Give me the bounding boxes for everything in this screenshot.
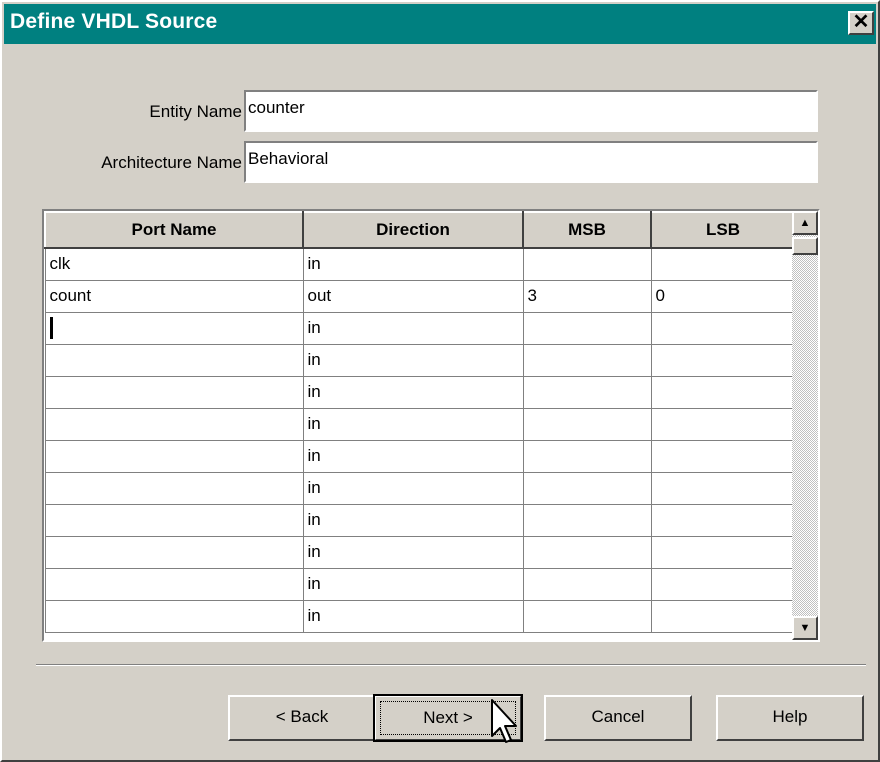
lsb-cell[interactable]: 0: [650, 279, 796, 313]
msb-cell[interactable]: [522, 503, 652, 537]
table-row[interactable]: in: [44, 535, 796, 569]
lsb-cell[interactable]: [650, 599, 796, 633]
port-grid: Port Name Direction MSB LSB clk in count out 3 0…: [44, 211, 796, 633]
port-name-cell[interactable]: [44, 503, 304, 537]
msb-cell[interactable]: [522, 535, 652, 569]
dialog-title: Define VHDL Source: [10, 10, 218, 33]
direction-cell[interactable]: in: [302, 535, 524, 569]
direction-cell[interactable]: in: [302, 567, 524, 601]
architecture-name-field[interactable]: Behavioral: [244, 141, 818, 183]
port-name-cell[interactable]: [44, 535, 304, 569]
table-row[interactable]: in: [44, 311, 796, 345]
table-row[interactable]: in: [44, 599, 796, 633]
table-row[interactable]: in: [44, 567, 796, 601]
msb-cell[interactable]: [522, 311, 652, 345]
port-name-cell[interactable]: [44, 599, 304, 633]
close-icon: ✕: [852, 11, 870, 33]
column-header-direction[interactable]: Direction: [302, 211, 524, 249]
entity-name-field[interactable]: counter: [244, 90, 818, 132]
port-name-cell[interactable]: [44, 343, 304, 377]
scroll-up-button[interactable]: ▲: [792, 211, 818, 235]
lsb-cell[interactable]: [650, 535, 796, 569]
direction-cell[interactable]: in: [302, 343, 524, 377]
separator: [36, 664, 866, 666]
column-header-lsb[interactable]: LSB: [650, 211, 796, 249]
table-row[interactable]: in: [44, 407, 796, 441]
msb-cell[interactable]: [522, 471, 652, 505]
architecture-name-label: Architecture Name: [101, 153, 242, 172]
msb-cell[interactable]: [522, 567, 652, 601]
table-row[interactable]: clk in: [44, 247, 796, 281]
scroll-up-arrow-icon: ▲: [799, 217, 811, 229]
table-row[interactable]: in: [44, 503, 796, 537]
port-name-cell[interactable]: clk: [44, 247, 304, 281]
port-table-header: Port Name Direction MSB LSB: [44, 211, 796, 249]
lsb-cell[interactable]: [650, 567, 796, 601]
help-button[interactable]: Help: [716, 695, 864, 741]
vertical-scrollbar[interactable]: ▲ ▼: [792, 211, 818, 640]
port-name-cell[interactable]: [44, 375, 304, 409]
port-name-cell[interactable]: count: [44, 279, 304, 313]
direction-cell[interactable]: in: [302, 439, 524, 473]
msb-cell[interactable]: [522, 407, 652, 441]
column-header-msb[interactable]: MSB: [522, 211, 652, 249]
port-name-cell[interactable]: [44, 311, 304, 345]
msb-cell[interactable]: 3: [522, 279, 652, 313]
msb-cell[interactable]: [522, 247, 652, 281]
lsb-cell[interactable]: [650, 439, 796, 473]
close-button[interactable]: ✕: [848, 11, 874, 35]
table-row[interactable]: in: [44, 471, 796, 505]
column-header-port-name[interactable]: Port Name: [44, 211, 304, 249]
port-name-cell[interactable]: [44, 407, 304, 441]
scroll-down-arrow-icon: ▼: [799, 622, 811, 634]
text-caret: [49, 317, 53, 339]
direction-cell[interactable]: out: [302, 279, 524, 313]
direction-cell[interactable]: in: [302, 599, 524, 633]
cancel-button[interactable]: Cancel: [544, 695, 692, 741]
lsb-cell[interactable]: [650, 503, 796, 537]
lsb-cell[interactable]: [650, 407, 796, 441]
msb-cell[interactable]: [522, 375, 652, 409]
scroll-down-button[interactable]: ▼: [792, 616, 818, 640]
table-row[interactable]: count out 3 0: [44, 279, 796, 313]
back-button[interactable]: < Back: [228, 695, 376, 741]
port-name-cell[interactable]: [44, 567, 304, 601]
lsb-cell[interactable]: [650, 311, 796, 345]
scroll-thumb[interactable]: [792, 237, 818, 255]
direction-cell[interactable]: in: [302, 471, 524, 505]
mouse-pointer-icon: [491, 699, 517, 743]
direction-cell[interactable]: in: [302, 247, 524, 281]
lsb-cell[interactable]: [650, 343, 796, 377]
title-bar[interactable]: Define VHDL Source ✕: [4, 4, 876, 44]
direction-cell[interactable]: in: [302, 311, 524, 345]
lsb-cell[interactable]: [650, 247, 796, 281]
entity-name-label: Entity Name: [149, 102, 242, 121]
define-vhdl-source-dialog: Define VHDL Source ✕ Entity Name counter…: [0, 0, 880, 762]
msb-cell[interactable]: [522, 599, 652, 633]
direction-cell[interactable]: in: [302, 503, 524, 537]
msb-cell[interactable]: [522, 343, 652, 377]
msb-cell[interactable]: [522, 439, 652, 473]
table-row[interactable]: in: [44, 343, 796, 377]
port-table: Port Name Direction MSB LSB clk in count out 3 0…: [42, 209, 820, 642]
table-row[interactable]: in: [44, 375, 796, 409]
lsb-cell[interactable]: [650, 471, 796, 505]
table-row[interactable]: in: [44, 439, 796, 473]
direction-cell[interactable]: in: [302, 375, 524, 409]
direction-cell[interactable]: in: [302, 407, 524, 441]
lsb-cell[interactable]: [650, 375, 796, 409]
port-name-cell[interactable]: [44, 439, 304, 473]
port-name-cell[interactable]: [44, 471, 304, 505]
